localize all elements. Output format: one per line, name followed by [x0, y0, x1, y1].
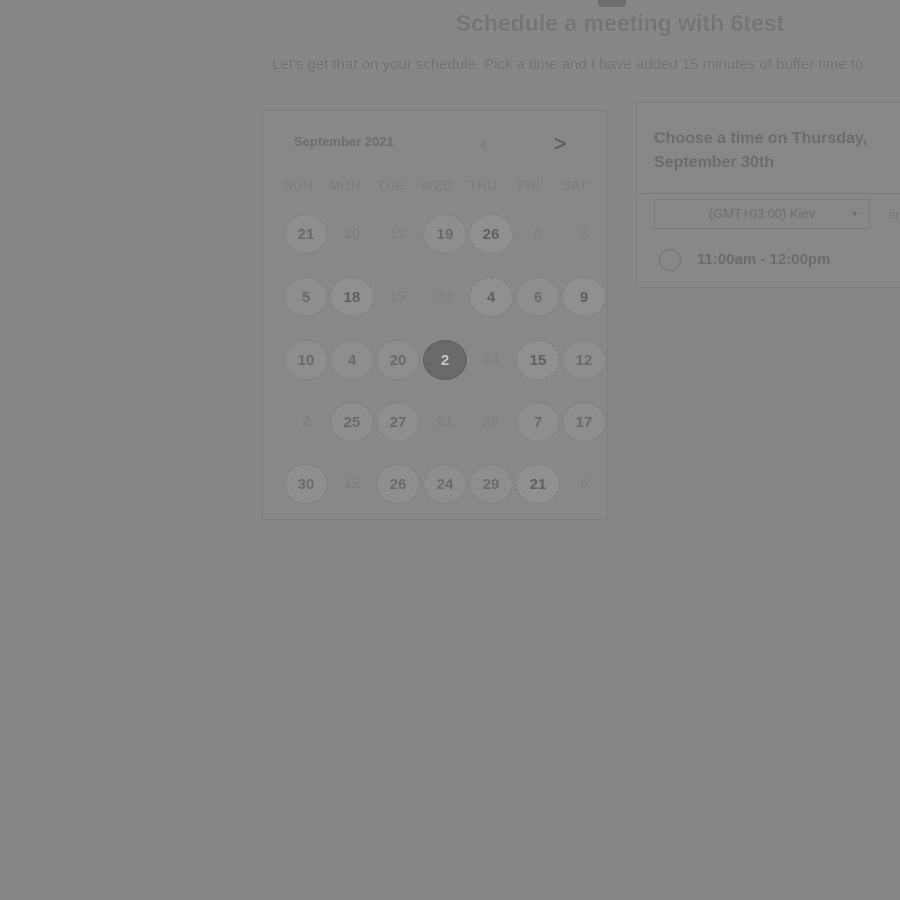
- calendar-day: 6: [579, 475, 589, 492]
- calendar-day[interactable]: 29: [469, 464, 513, 504]
- calendar-day[interactable]: 25: [330, 402, 374, 442]
- calendar-day[interactable]: 21: [516, 464, 560, 504]
- calendar-day[interactable]: 21: [284, 214, 328, 254]
- calendar-day[interactable]: 17: [562, 402, 606, 442]
- weekday-label: SAT: [562, 178, 588, 193]
- weekday-label: FRI: [517, 178, 541, 193]
- weekday-label: THU: [468, 178, 498, 193]
- time-panel: Choose a time on Thursday, September 30t…: [636, 102, 900, 288]
- calendar-day: 31: [436, 288, 454, 305]
- time-slot-radio[interactable]: [659, 249, 681, 271]
- weekday-label: MON: [329, 178, 361, 193]
- page-title: Schedule a meeting with 6test: [455, 10, 785, 36]
- calendar-day: 12: [389, 225, 407, 242]
- calendar-day: 6: [533, 225, 543, 242]
- calendar-day[interactable]: 12: [562, 340, 606, 380]
- calendar-day[interactable]: 19: [423, 214, 467, 254]
- calendar-day: 20: [343, 225, 361, 242]
- calendar-day: 3: [579, 225, 589, 242]
- calendar-day[interactable]: 15: [516, 340, 560, 380]
- calendar-day[interactable]: 18: [330, 277, 374, 317]
- calendar-day[interactable]: 9: [562, 277, 606, 317]
- calendar-day[interactable]: 27: [376, 402, 420, 442]
- month-label: September 2021: [294, 134, 394, 149]
- calendar-day[interactable]: 7: [516, 402, 560, 442]
- calendar-day: 2: [301, 413, 311, 430]
- weekday-label: SUN: [284, 178, 314, 193]
- calendar-day[interactable]: 10: [284, 340, 328, 380]
- calendar-day[interactable]: 4: [469, 277, 513, 317]
- calendar-day[interactable]: 6: [516, 277, 560, 317]
- weekday-label: WED: [421, 178, 453, 193]
- chevron-left-icon[interactable]: ‹: [471, 131, 497, 157]
- calendar-day[interactable]: 20: [376, 340, 420, 380]
- calendar-day[interactable]: 30: [284, 464, 328, 504]
- calendar-day[interactable]: 4: [330, 340, 374, 380]
- divider: [637, 193, 900, 194]
- calendar-day-selected[interactable]: 2: [423, 340, 467, 380]
- time-panel-heading: Choose a time on Thursday, September 30t…: [654, 130, 868, 171]
- calendar-day[interactable]: 26: [469, 214, 513, 254]
- chevron-down-icon: ▼: [850, 209, 859, 219]
- time-slot-label: 11:00am - 12:00pm: [697, 251, 831, 268]
- timezone-select[interactable]: (GMT+03:00) Kiev ▼: [654, 199, 870, 229]
- calendar-day: 21: [436, 413, 454, 430]
- logo: [598, 0, 626, 7]
- calendar-day: 24: [482, 351, 500, 368]
- calendar-card: September 2021 ‹ > SUN MON TUE WED THU FRI SAT…: [262, 110, 608, 520]
- chevron-right-icon[interactable]: >: [547, 131, 573, 157]
- calendar-day[interactable]: 5: [284, 277, 328, 317]
- timezone-value: (GMT+03:00) Kiev: [708, 206, 816, 221]
- calendar-day: 19: [389, 288, 407, 305]
- calendar-day: 29: [482, 413, 500, 430]
- weekday-label: TUE: [377, 178, 405, 193]
- calendar-day[interactable]: 26: [376, 464, 420, 504]
- calendar-day: 12: [343, 475, 361, 492]
- timezone-extra-text: ar: [888, 207, 900, 222]
- page-subtitle: Let's get that on your schedule. Pick a …: [272, 56, 864, 73]
- calendar-day[interactable]: 24: [423, 464, 467, 504]
